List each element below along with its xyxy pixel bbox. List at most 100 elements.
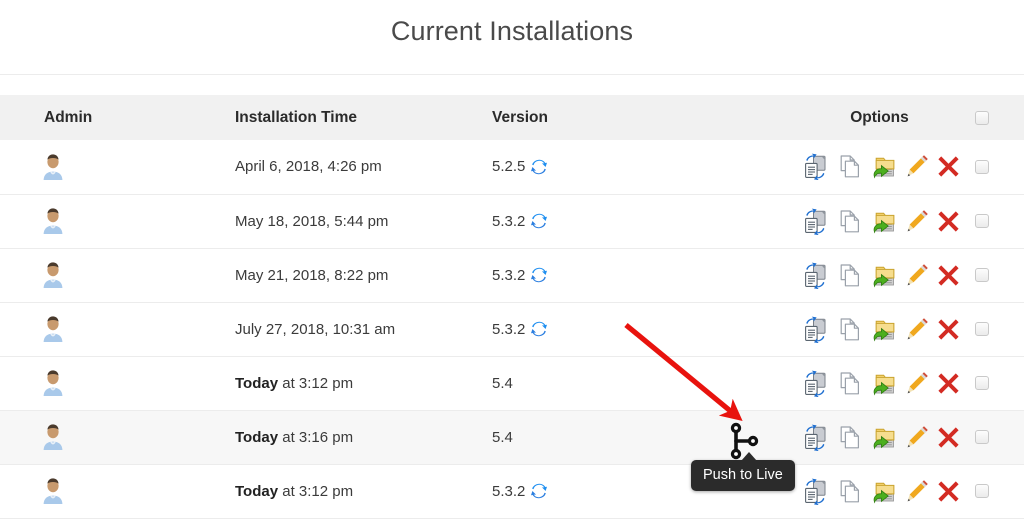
backup-folder-icon[interactable] <box>870 370 898 397</box>
backup-folder-icon[interactable] <box>870 153 898 180</box>
column-header-admin[interactable]: Admin <box>0 95 235 140</box>
delete-x-icon[interactable] <box>936 209 961 234</box>
delete-x-icon[interactable] <box>936 479 961 504</box>
table-row[interactable]: Today at 3:16 pm 5.4 <box>0 410 1024 464</box>
delete-x-icon-button[interactable] <box>936 317 961 342</box>
edit-pencil-icon[interactable] <box>905 263 929 288</box>
clone-copy-icon[interactable] <box>836 478 863 505</box>
sync-icon[interactable] <box>530 266 548 284</box>
delete-x-icon-button[interactable] <box>936 154 961 179</box>
clone-copy-icon[interactable] <box>836 316 863 343</box>
push-to-live-icon-button[interactable] <box>802 208 829 235</box>
backup-folder-icon-button[interactable] <box>870 478 898 505</box>
push-to-live-icon-button[interactable] <box>802 370 829 397</box>
delete-x-icon-button[interactable] <box>936 371 961 396</box>
sync-icon[interactable] <box>530 158 548 176</box>
backup-folder-icon[interactable] <box>870 316 898 343</box>
clone-copy-icon[interactable] <box>836 370 863 397</box>
sync-icon[interactable] <box>530 320 548 338</box>
time-value: at 3:12 pm <box>278 482 354 500</box>
backup-folder-icon-button[interactable] <box>870 208 898 235</box>
push-to-live-icon-button[interactable] <box>802 316 829 343</box>
select-all-checkbox[interactable] <box>975 110 989 125</box>
row-select-checkbox[interactable] <box>975 214 989 228</box>
sync-icon-wrapper[interactable] <box>530 482 548 500</box>
clone-copy-icon[interactable] <box>836 262 863 289</box>
clone-copy-icon-button[interactable] <box>836 153 863 180</box>
clone-copy-icon-button[interactable] <box>836 262 863 289</box>
backup-folder-icon-button[interactable] <box>870 153 898 180</box>
clone-copy-icon[interactable] <box>836 424 863 451</box>
sync-icon-wrapper[interactable] <box>530 158 548 176</box>
edit-pencil-icon[interactable] <box>905 317 929 342</box>
delete-x-icon-button[interactable] <box>936 425 961 450</box>
table-row[interactable]: April 6, 2018, 4:26 pm 5.2.5 <box>0 140 1024 194</box>
row-select-checkbox[interactable] <box>975 376 989 390</box>
clone-copy-icon-button[interactable] <box>836 316 863 343</box>
table-row[interactable]: May 21, 2018, 8:22 pm 5.3.2 <box>0 248 1024 302</box>
edit-pencil-icon-button[interactable] <box>905 209 929 234</box>
delete-x-icon[interactable] <box>936 317 961 342</box>
sync-icon-wrapper[interactable] <box>530 320 548 338</box>
backup-folder-icon-button[interactable] <box>870 262 898 289</box>
backup-folder-icon[interactable] <box>870 424 898 451</box>
row-select-checkbox[interactable] <box>975 322 989 336</box>
sync-icon-wrapper[interactable] <box>530 266 548 284</box>
edit-pencil-icon-button[interactable] <box>905 154 929 179</box>
clone-copy-icon-button[interactable] <box>836 478 863 505</box>
table-row[interactable]: July 27, 2018, 10:31 am 5.3.2 <box>0 302 1024 356</box>
push-to-live-icon[interactable] <box>802 316 829 343</box>
table-row[interactable]: Today at 3:12 pm 5.4 <box>0 356 1024 410</box>
installations-table: Admin Installation Time Version Options … <box>0 95 1024 519</box>
delete-x-icon[interactable] <box>936 154 961 179</box>
row-select-checkbox[interactable] <box>975 430 989 444</box>
backup-folder-icon-button[interactable] <box>870 370 898 397</box>
clone-copy-icon-button[interactable] <box>836 370 863 397</box>
edit-pencil-icon-button[interactable] <box>905 479 929 504</box>
push-to-live-icon[interactable] <box>802 370 829 397</box>
edit-pencil-icon-button[interactable] <box>905 317 929 342</box>
delete-x-icon-button[interactable] <box>936 209 961 234</box>
clone-copy-icon-button[interactable] <box>836 424 863 451</box>
backup-folder-icon[interactable] <box>870 208 898 235</box>
clone-copy-icon-button[interactable] <box>836 208 863 235</box>
clone-copy-icon[interactable] <box>836 208 863 235</box>
backup-folder-icon[interactable] <box>870 478 898 505</box>
sync-icon[interactable] <box>530 212 548 230</box>
backup-folder-icon[interactable] <box>870 262 898 289</box>
sync-icon[interactable] <box>530 482 548 500</box>
push-to-live-icon[interactable] <box>802 478 829 505</box>
push-to-live-icon-button[interactable] <box>802 478 829 505</box>
clone-copy-icon[interactable] <box>836 153 863 180</box>
edit-pencil-icon-button[interactable] <box>905 425 929 450</box>
push-to-live-icon-button[interactable] <box>802 424 829 451</box>
sync-icon-wrapper[interactable] <box>530 212 548 230</box>
push-to-live-icon-button[interactable] <box>802 262 829 289</box>
push-to-live-icon[interactable] <box>802 208 829 235</box>
push-to-live-icon[interactable] <box>802 153 829 181</box>
backup-folder-icon-button[interactable] <box>870 424 898 451</box>
push-to-live-icon[interactable] <box>802 424 829 451</box>
table-row[interactable]: Today at 3:12 pm 5.3.2 <box>0 464 1024 518</box>
push-to-live-icon[interactable] <box>802 262 829 289</box>
column-header-version[interactable]: Version <box>492 95 792 140</box>
delete-x-icon-button[interactable] <box>936 479 961 504</box>
edit-pencil-icon[interactable] <box>905 371 929 396</box>
edit-pencil-icon[interactable] <box>905 425 929 450</box>
table-row[interactable]: May 18, 2018, 5:44 pm 5.3.2 <box>0 194 1024 248</box>
edit-pencil-icon[interactable] <box>905 209 929 234</box>
delete-x-icon[interactable] <box>936 263 961 288</box>
column-header-installation-time[interactable]: Installation Time <box>235 95 492 140</box>
edit-pencil-icon[interactable] <box>905 154 929 179</box>
push-to-live-icon-button[interactable] <box>802 153 829 181</box>
row-select-checkbox[interactable] <box>975 268 989 282</box>
delete-x-icon[interactable] <box>936 425 961 450</box>
delete-x-icon[interactable] <box>936 371 961 396</box>
edit-pencil-icon-button[interactable] <box>905 263 929 288</box>
edit-pencil-icon-button[interactable] <box>905 371 929 396</box>
row-select-checkbox[interactable] <box>975 159 989 174</box>
edit-pencil-icon[interactable] <box>905 479 929 504</box>
row-select-checkbox[interactable] <box>975 484 989 498</box>
delete-x-icon-button[interactable] <box>936 263 961 288</box>
backup-folder-icon-button[interactable] <box>870 316 898 343</box>
